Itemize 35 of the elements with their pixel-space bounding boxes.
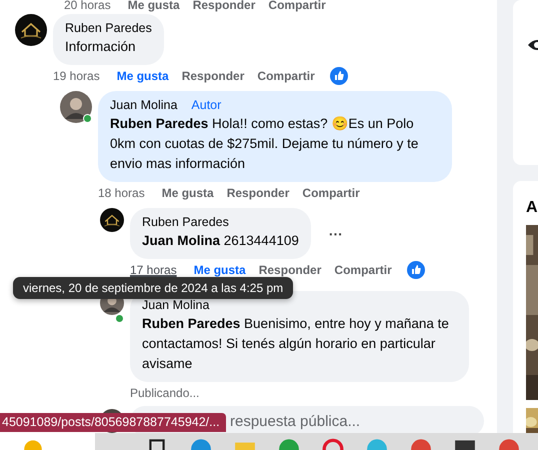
comment-text: Ruben Paredes Hola!! como estas? 😊Es un Polo 0km con cuotas de $275mil. Dejame tu número y te envio mas información — [110, 115, 420, 173]
share-link[interactable]: Compartir — [257, 69, 315, 83]
author-name[interactable]: Juan Molina — [110, 98, 178, 112]
date-tooltip: viernes, 20 de septiembre de 2024 a las 4:25 pm — [13, 277, 294, 299]
status-url-tooltip: 45091089/posts/8056987887745942/... — [0, 413, 226, 432]
comment-time[interactable]: 20 horas — [64, 0, 111, 12]
like-link[interactable]: Me gusta — [128, 0, 180, 12]
posting-status: Publicando... — [130, 386, 200, 400]
reply-link[interactable]: Responder — [182, 69, 244, 83]
like-link[interactable]: Me gusta — [116, 69, 169, 83]
sidebar-heading: A — [526, 199, 538, 217]
thumbs-up-icon[interactable] — [406, 261, 425, 279]
reply-link[interactable]: Responder — [192, 0, 256, 12]
comment-time[interactable]: 18 horas — [98, 186, 145, 200]
comment-text: Juan Molina 2613444109 — [142, 232, 299, 250]
author-label: Autor — [191, 98, 222, 112]
share-link[interactable]: Compartir — [268, 0, 326, 12]
comment-text: Información — [65, 38, 137, 56]
author-name[interactable]: Ruben Paredes — [65, 21, 152, 35]
thumbs-up-icon[interactable] — [330, 67, 348, 85]
reply-link[interactable]: Responder — [258, 263, 322, 277]
comment-text: Ruben Paredes Buenisimo, entre hoy y mañana te contactamos! Si tenés algún horario en particular avisame — [142, 315, 450, 373]
like-link[interactable]: Me gusta — [162, 186, 214, 200]
share-link[interactable]: Compartir — [334, 263, 392, 277]
avatar[interactable] — [60, 91, 92, 123]
house-logo-avatar[interactable] — [100, 208, 124, 232]
comment-time[interactable]: 19 horas — [53, 69, 100, 83]
share-link[interactable]: Compartir — [302, 186, 360, 200]
like-link[interactable]: Me gusta — [194, 263, 246, 277]
comment-time[interactable]: 17 horas — [130, 263, 177, 277]
author-name[interactable]: Ruben Paredes — [142, 215, 229, 229]
reply-link[interactable]: Responder — [226, 186, 290, 200]
house-logo-avatar[interactable] — [15, 14, 47, 46]
author-name[interactable]: Juan Molina — [142, 298, 210, 312]
more-button[interactable]: ··· — [328, 226, 343, 242]
